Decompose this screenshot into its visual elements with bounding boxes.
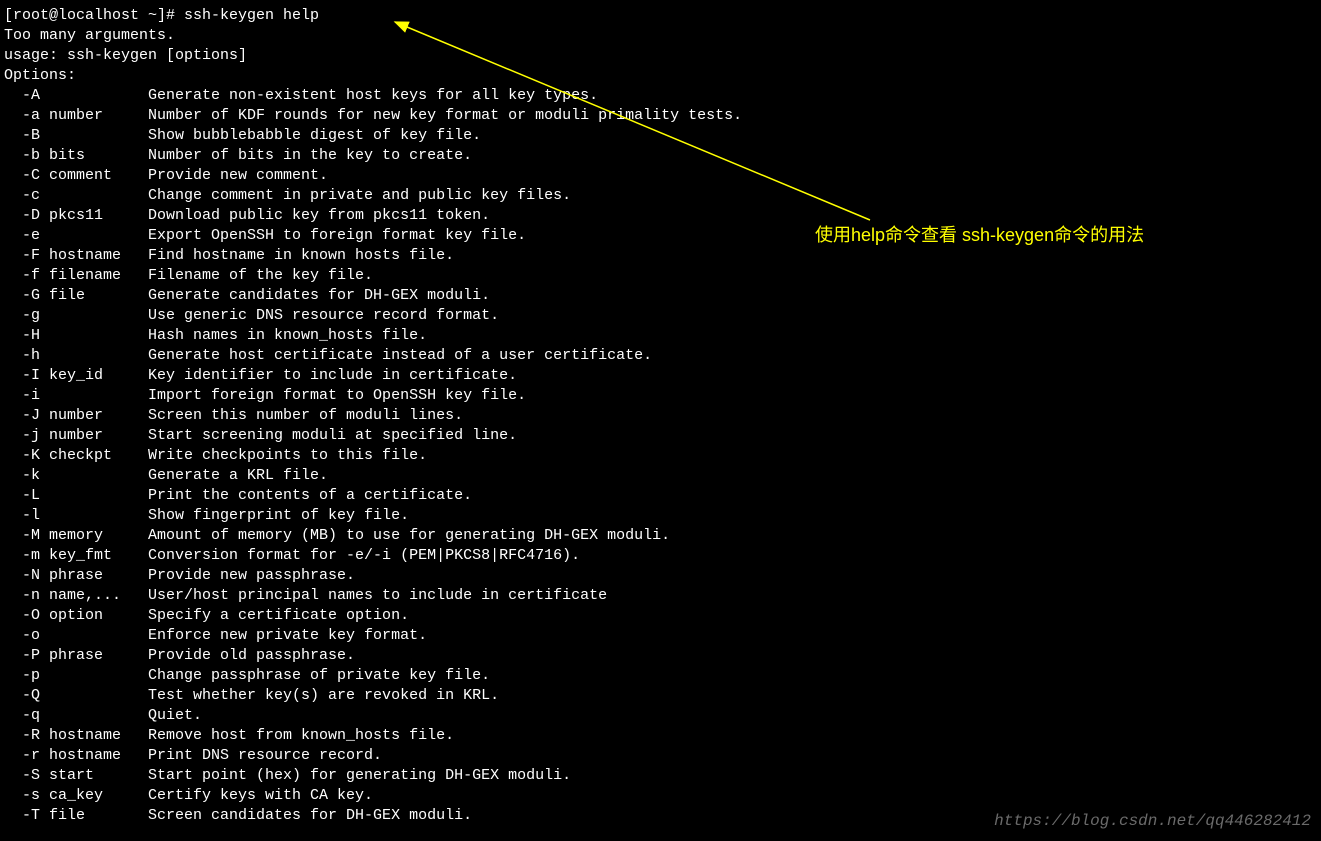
typed-command: ssh-keygen help: [184, 7, 319, 24]
shell-prompt: [root@localhost ~]#: [4, 7, 184, 24]
options-list: -A Generate non-existent host keys for a…: [4, 86, 1317, 826]
error-line: Too many arguments.: [4, 27, 175, 44]
options-header: Options:: [4, 67, 76, 84]
usage-line: usage: ssh-keygen [options]: [4, 47, 247, 64]
terminal-output[interactable]: [root@localhost ~]# ssh-keygen help Too …: [0, 0, 1321, 832]
watermark: https://blog.csdn.net/qq446282412: [994, 811, 1311, 831]
annotation-label: 使用help命令查看 ssh-keygen命令的用法: [815, 225, 1144, 245]
